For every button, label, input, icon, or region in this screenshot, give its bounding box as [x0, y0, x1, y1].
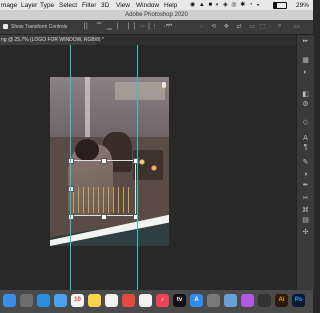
menu-filter[interactable]: Filter — [82, 2, 96, 9]
reminders-icon[interactable] — [105, 294, 118, 307]
photos-icon[interactable] — [139, 294, 152, 307]
panel-toggle-icon[interactable]: ▸▸ — [300, 37, 311, 45]
menu-bar: mage Layer Type Select Filter 3D View Wi… — [0, 0, 313, 10]
transform-bounding-box[interactable] — [70, 160, 136, 216]
menu-select[interactable]: Select — [59, 2, 77, 9]
libraries-icon[interactable]: ✣ — [300, 229, 311, 237]
clone-source-icon[interactable]: ✂ — [300, 195, 311, 203]
layers-icon[interactable]: ◇ — [300, 119, 311, 127]
transform-handle-top-left[interactable] — [68, 158, 74, 164]
share-icon[interactable]: ⬚ — [260, 23, 266, 30]
status-icons: ◉ ▲ ■ ◐ ◈ ◎ ✱ ◔ ◒ — [190, 2, 261, 8]
3d-mode-icons[interactable]: ◌ ⟲ ✥ ⇄ ▭ — [200, 23, 258, 30]
options-bar: Show Transform Controls ▕▏ ▔ ▁ ▏▕ ▏ ▕ ⋯ … — [0, 20, 313, 35]
notes-icon[interactable] — [88, 294, 101, 307]
menu-type[interactable]: Type — [40, 2, 54, 9]
show-transform-controls-checkbox[interactable] — [3, 24, 8, 29]
transform-handle-middle-left[interactable] — [68, 186, 74, 192]
battery-icon[interactable] — [273, 2, 287, 9]
mail-icon[interactable] — [54, 294, 67, 307]
guide-left[interactable] — [70, 45, 71, 290]
transform-handle-top-center[interactable] — [101, 158, 107, 164]
document-tab-label: ng @ 25.7% (LOGO FOR WINDOW, RGB/8) * — [1, 37, 104, 43]
image-capture-icon[interactable] — [207, 294, 220, 307]
folder-icon[interactable] — [258, 294, 271, 307]
adjustments-icon[interactable]: ◧ — [300, 91, 311, 99]
illustrator-icon[interactable]: Ai — [275, 294, 288, 307]
paragraph-icon[interactable]: ¶ — [300, 144, 311, 152]
transform-handle-top-right[interactable] — [133, 158, 139, 164]
paths-icon[interactable]: ✒ — [300, 182, 311, 190]
menu-window[interactable]: Window — [136, 2, 159, 9]
photoshop-icon[interactable]: Ps — [292, 294, 305, 307]
history-icon[interactable]: ▦ — [300, 57, 311, 65]
swatches-icon[interactable]: ▤ — [300, 217, 311, 225]
chrome-icon[interactable] — [122, 294, 135, 307]
transform-handle-bottom-right[interactable] — [133, 214, 139, 220]
battery-percent: 29% — [296, 1, 310, 9]
brush-settings-icon[interactable]: ✎ — [300, 159, 311, 167]
photo-window-light — [115, 82, 165, 100]
transform-handle-bottom-left[interactable] — [68, 214, 74, 220]
show-transform-controls-label: Show Transform Controls — [11, 24, 68, 30]
more-options-icon[interactable]: ••• — [166, 23, 172, 29]
music-icon[interactable]: ♪ — [156, 294, 169, 307]
actions-icon[interactable]: ⌘ — [300, 207, 311, 215]
finder-icon[interactable] — [3, 294, 16, 307]
document-tab-bar: ng @ 25.7% (LOGO FOR WINDOW, RGB/8) * — [0, 35, 296, 45]
document-tab[interactable]: ng @ 25.7% (LOGO FOR WINDOW, RGB/8) * — [0, 35, 104, 45]
calendar-icon[interactable]: 10 — [71, 294, 84, 307]
character-icon[interactable]: A — [300, 135, 311, 143]
photo-light-streak — [85, 77, 90, 137]
menu-image[interactable]: mage — [1, 2, 17, 9]
guide-right[interactable] — [137, 45, 138, 290]
menu-layer[interactable]: Layer — [21, 2, 37, 9]
properties-icon[interactable]: ⚙ — [300, 101, 311, 109]
color-icon[interactable]: ◐ — [300, 69, 311, 77]
menu-help[interactable]: Help — [164, 2, 177, 9]
transform-handle-bottom-center[interactable] — [101, 214, 107, 220]
podcasts-icon[interactable] — [241, 294, 254, 307]
tv-icon[interactable]: tv — [173, 294, 186, 307]
battery-fill — [274, 3, 278, 8]
photo-woman-hair — [75, 139, 99, 161]
search-icon[interactable]: ⌕ — [278, 23, 281, 30]
window-title: Adobe Photoshop 2020 — [125, 12, 188, 18]
photo-lamp — [162, 82, 166, 88]
workspace-icon[interactable]: ▭ — [294, 23, 300, 30]
preview-icon[interactable] — [224, 294, 237, 307]
safari-icon[interactable] — [37, 294, 50, 307]
dock: 10 ♪ tv A Ai Ps — [0, 290, 313, 313]
menu-3d[interactable]: 3D — [101, 2, 109, 9]
launchpad-icon[interactable] — [20, 294, 33, 307]
tools-panel: ▸▸ ▦ ◐ ◧ ⚙ ◇ A ¶ ✎ ◑ ✒ ✂ ⌘ ▤ ✣ — [296, 35, 314, 290]
app-store-icon[interactable]: A — [190, 294, 203, 307]
menu-view[interactable]: View — [116, 2, 130, 9]
title-bar: Adobe Photoshop 2020 — [0, 10, 313, 20]
channels-icon[interactable]: ◑ — [300, 171, 311, 179]
